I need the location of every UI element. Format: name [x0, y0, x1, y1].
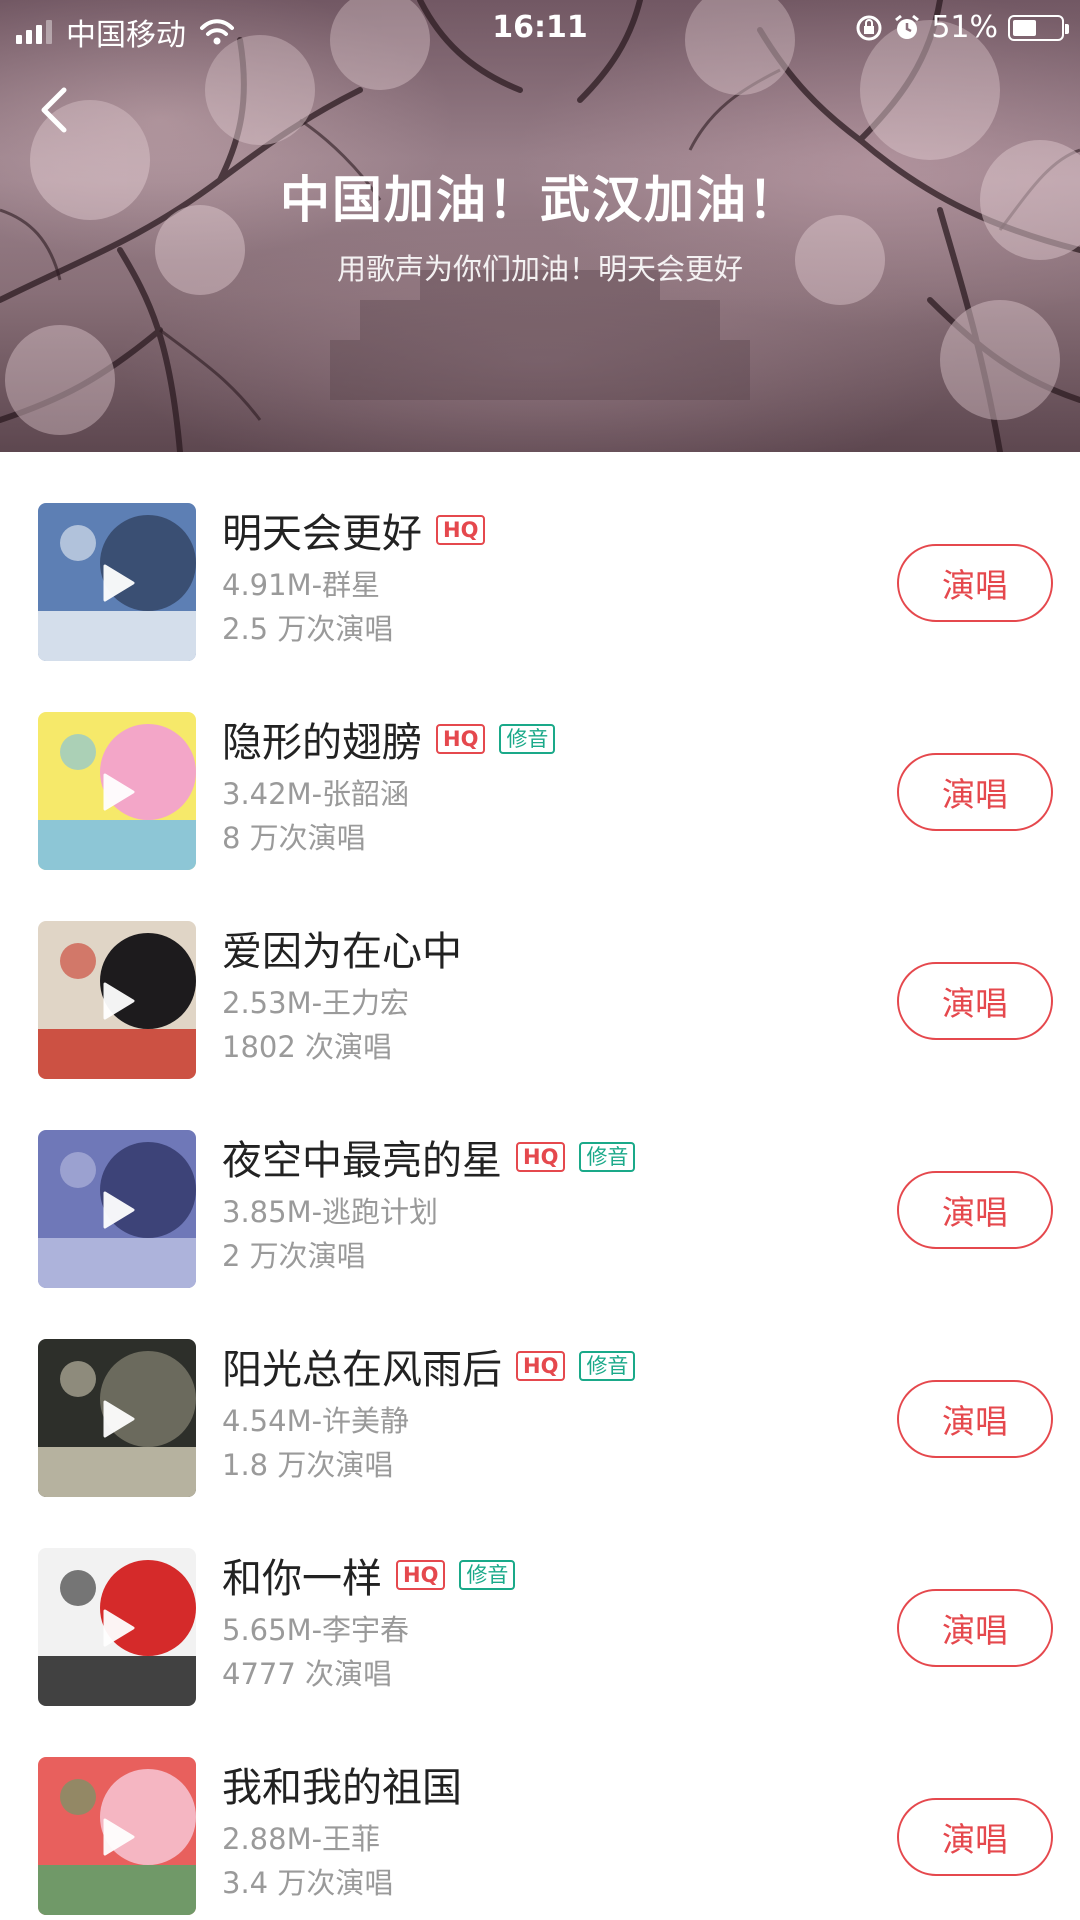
status-right: 51%: [855, 10, 1069, 45]
page-title: 中国加油！武汉加油！: [280, 171, 800, 229]
sing-button[interactable]: 演唱: [897, 1380, 1053, 1458]
hq-badge: HQ: [516, 1142, 566, 1172]
rotation-lock-icon: [856, 15, 882, 40]
song-title: 夜空中最亮的星: [222, 1138, 502, 1184]
song-size-artist: 3.42M-张韶涵: [222, 777, 410, 811]
album-cover[interactable]: [38, 921, 196, 1079]
play-icon: [103, 982, 135, 1020]
sing-count: 4777 次演唱: [222, 1657, 393, 1691]
sing-count: 8 万次演唱: [222, 821, 366, 855]
sing-button[interactable]: 演唱: [897, 544, 1053, 622]
song-title-row: 我和我的祖国: [222, 1756, 462, 1812]
status-bar: 中国移动 16:11 51%: [0, 0, 1080, 56]
song-size-artist: 3.85M-逃跑计划: [222, 1195, 439, 1229]
sing-button[interactable]: 演唱: [897, 1798, 1053, 1876]
play-icon: [103, 1400, 135, 1438]
song-title-row: 阳光总在风雨后 HQ 修音: [222, 1338, 636, 1394]
sing-count: 3.4 万次演唱: [222, 1866, 394, 1900]
song-list: 明天会更好 HQ 4.91M-群星 2.5 万次演唱 演唱 隐形的翅膀 HQ 修…: [0, 452, 1080, 1915]
battery-icon: [1008, 14, 1069, 41]
song-item-7[interactable]: 我和我的祖国 2.88M-王菲 3.4 万次演唱 演唱: [0, 1706, 1080, 1915]
hq-badge: HQ: [396, 1560, 446, 1590]
song-title: 阳光总在风雨后: [222, 1347, 502, 1393]
song-title: 我和我的祖国: [222, 1765, 462, 1811]
song-item-5[interactable]: 阳光总在风雨后 HQ 修音 4.54M-许美静 1.8 万次演唱 演唱: [0, 1288, 1080, 1497]
hq-badge: HQ: [436, 515, 486, 545]
song-size-artist: 5.65M-李宇春: [222, 1613, 410, 1647]
album-cover[interactable]: [38, 503, 196, 661]
sing-count: 2.5 万次演唱: [222, 612, 394, 646]
song-title: 和你一样: [222, 1556, 382, 1602]
sing-button[interactable]: 演唱: [897, 1171, 1053, 1249]
battery-percent: 51%: [931, 10, 998, 45]
sing-count: 1.8 万次演唱: [222, 1448, 394, 1482]
sing-count: 2 万次演唱: [222, 1239, 366, 1273]
song-item-3[interactable]: 爱因为在心中 2.53M-王力宏 1802 次演唱 演唱: [0, 870, 1080, 1079]
pitch-fix-badge: 修音: [459, 1560, 516, 1590]
pitch-fix-badge: 修音: [579, 1142, 636, 1172]
play-icon: [103, 564, 135, 602]
play-icon: [103, 1818, 135, 1856]
sing-button[interactable]: 演唱: [897, 1589, 1053, 1667]
header-banner: 中国移动 16:11 51% 中国加油！武汉加油！ 用歌声为你们加油！明天会更好: [0, 0, 1080, 452]
song-size-artist: 4.54M-许美静: [222, 1404, 410, 1438]
song-size-artist: 4.91M-群星: [222, 568, 381, 602]
song-title-row: 隐形的翅膀 HQ 修音: [222, 711, 556, 767]
song-item-6[interactable]: 和你一样 HQ 修音 5.65M-李宇春 4777 次演唱 演唱: [0, 1497, 1080, 1706]
play-icon: [103, 1191, 135, 1229]
back-button[interactable]: [30, 80, 80, 140]
song-item-1[interactable]: 明天会更好 HQ 4.91M-群星 2.5 万次演唱 演唱: [0, 452, 1080, 661]
song-title: 隐形的翅膀: [222, 720, 422, 766]
sing-count: 1802 次演唱: [222, 1030, 393, 1064]
song-title-row: 夜空中最亮的星 HQ 修音: [222, 1129, 636, 1185]
song-title-row: 明天会更好 HQ: [222, 502, 486, 558]
song-title-row: 爱因为在心中: [222, 920, 462, 976]
alarm-icon: [895, 14, 920, 39]
song-size-artist: 2.88M-王菲: [222, 1822, 381, 1856]
album-cover[interactable]: [38, 1339, 196, 1497]
sing-button[interactable]: 演唱: [897, 962, 1053, 1040]
sing-button[interactable]: 演唱: [897, 753, 1053, 831]
page-subtitle: 用歌声为你们加油！明天会更好: [336, 252, 743, 286]
album-cover[interactable]: [38, 1757, 196, 1915]
chevron-left-icon: [41, 87, 67, 133]
album-cover[interactable]: [38, 1548, 196, 1706]
song-item-4[interactable]: 夜空中最亮的星 HQ 修音 3.85M-逃跑计划 2 万次演唱 演唱: [0, 1079, 1080, 1288]
song-title: 明天会更好: [222, 511, 422, 557]
pitch-fix-badge: 修音: [579, 1351, 636, 1381]
song-item-2[interactable]: 隐形的翅膀 HQ 修音 3.42M-张韶涵 8 万次演唱 演唱: [0, 661, 1080, 870]
pitch-fix-badge: 修音: [499, 724, 556, 754]
play-icon: [103, 773, 135, 811]
play-icon: [103, 1609, 135, 1647]
hq-badge: HQ: [436, 724, 486, 754]
album-cover[interactable]: [38, 712, 196, 870]
hq-badge: HQ: [516, 1351, 566, 1381]
song-title-row: 和你一样 HQ 修音: [222, 1547, 516, 1603]
song-title: 爱因为在心中: [222, 929, 462, 975]
album-cover[interactable]: [38, 1130, 196, 1288]
song-size-artist: 2.53M-王力宏: [222, 986, 410, 1020]
